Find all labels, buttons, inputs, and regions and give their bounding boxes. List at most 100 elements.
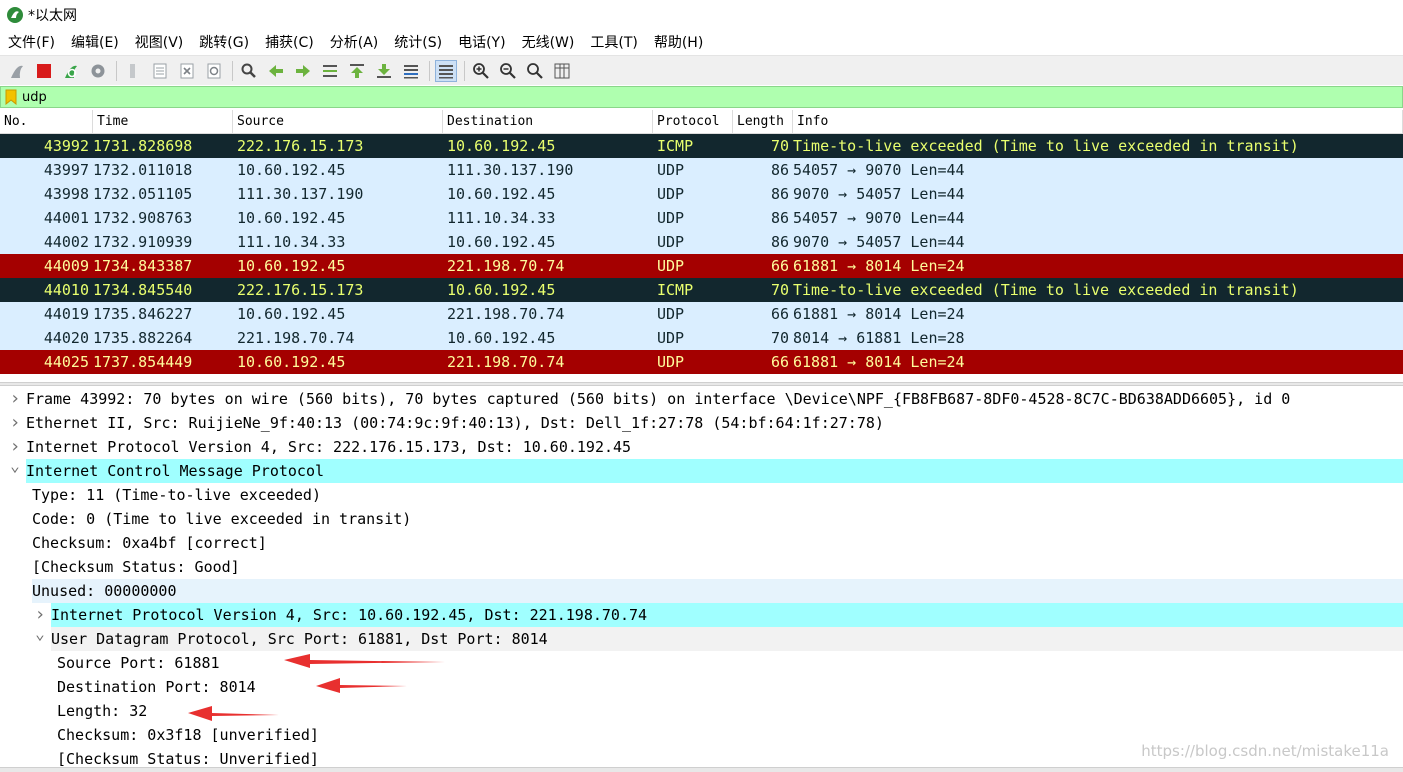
cell-destination: 10.60.192.45 [447, 281, 556, 299]
expand-chevron-icon[interactable]: › [4, 411, 26, 435]
column-header-no[interactable]: No. [0, 110, 93, 133]
column-header-source[interactable]: Source [233, 110, 443, 133]
filter-bookmark-icon[interactable] [3, 88, 19, 106]
packet-list: No. Time Source Destination Protocol Len… [0, 110, 1403, 382]
watermark-text: https://blog.csdn.net/mistake11a [1141, 742, 1389, 760]
tree-item-body: [Checksum Status: Good] [32, 555, 1403, 579]
column-header-protocol[interactable]: Protocol [653, 110, 733, 133]
close-file-icon[interactable] [176, 60, 198, 82]
collapse-chevron-icon[interactable]: ⌄ [29, 626, 51, 651]
menu-view[interactable]: 视图(V) [135, 32, 184, 52]
cell-info: 9070 → 54057 Len=44 [793, 185, 965, 203]
packet-row[interactable]: 43992 1731.828698 222.176.15.173 10.60.192.… [0, 134, 1403, 158]
save-file-icon[interactable] [149, 60, 171, 82]
packet-row[interactable]: 44001 1732.908763 10.60.192.45 111.10.34.33… [0, 206, 1403, 230]
detail-tree-item[interactable]: Unused: 00000000 [0, 579, 1403, 603]
detail-tree-item[interactable]: › Internet Protocol Version 4, Src: 222.1… [0, 435, 1403, 459]
detail-tree-item[interactable]: [Checksum Status: Good] [0, 555, 1403, 579]
cell-source: 221.198.70.74 [237, 329, 355, 347]
cell-source: 10.60.192.45 [237, 161, 346, 179]
detail-tree-item[interactable]: ⌄ User Datagram Protocol, Src Port: 61881… [0, 626, 1403, 651]
detail-tree-item[interactable]: › Frame 43992: 70 bytes on wire (560 bits… [0, 387, 1403, 411]
cell-no: 44002 [43, 233, 89, 251]
tree-item-label: Length: 32 [57, 702, 148, 720]
packet-row[interactable]: 43997 1732.011018 10.60.192.45 111.30.137.1… [0, 158, 1403, 182]
cell-source: 10.60.192.45 [237, 353, 346, 371]
detail-tree-item[interactable]: ⌄ Internet Control Message Protocol [0, 458, 1403, 483]
expand-chevron-icon[interactable]: › [4, 387, 26, 411]
display-filter-input[interactable] [22, 89, 1322, 105]
pane-splitter[interactable] [0, 382, 1403, 386]
options-gear-icon[interactable] [87, 60, 109, 82]
detail-tree-item[interactable]: Source Port: 61881 [0, 651, 1403, 675]
cell-time: 1732.051105 [93, 185, 193, 203]
go-first-icon[interactable] [346, 60, 368, 82]
cell-time: 1732.011018 [93, 161, 193, 179]
tree-item-body: Ethernet II, Src: RuijieNe_9f:40:13 (00:… [26, 411, 1403, 435]
tree-item-body: Code: 0 (Time to live exceeded in transi… [32, 507, 1403, 531]
reload-icon[interactable] [203, 60, 225, 82]
tree-item-body: Unused: 00000000 [32, 579, 1403, 603]
annotation-arrow-length [188, 706, 279, 721]
packet-row[interactable]: 44002 1732.910939 111.10.34.33 10.60.192.45… [0, 230, 1403, 254]
collapse-chevron-icon[interactable]: ⌄ [4, 458, 26, 483]
cell-protocol: UDP [657, 185, 685, 203]
tree-item-body: Type: 11 (Time-to-live exceeded) [32, 483, 1403, 507]
cell-length: 86 [770, 161, 789, 179]
detail-tree-item[interactable]: › Internet Protocol Version 4, Src: 10.60… [0, 603, 1403, 627]
packet-row[interactable]: 43998 1732.051105 111.30.137.190 10.60.192.… [0, 182, 1403, 206]
column-header-info[interactable]: Info [793, 110, 1403, 133]
packet-row[interactable]: 44009 1734.843387 10.60.192.45 221.198.70.7… [0, 254, 1403, 278]
detail-tree-item[interactable]: Destination Port: 8014 [0, 675, 1403, 699]
open-file-icon[interactable] [122, 60, 144, 82]
menu-capture[interactable]: 捕获(C) [265, 32, 314, 52]
restart-icon[interactable] [60, 60, 82, 82]
cell-time: 1731.828698 [93, 137, 193, 155]
cell-no: 44019 [43, 305, 89, 323]
menu-tools[interactable]: 工具(T) [590, 32, 637, 52]
cell-info: 61881 → 8014 Len=24 [793, 353, 965, 371]
menu-wireless[interactable]: 无线(W) [522, 32, 575, 52]
menu-edit[interactable]: 编辑(E) [71, 32, 119, 52]
status-bar [0, 767, 1403, 772]
detail-tree-item[interactable]: Checksum: 0xa4bf [correct] [0, 531, 1403, 555]
go-forward-icon[interactable] [292, 60, 314, 82]
packet-row[interactable]: 44020 1735.882264 221.198.70.74 10.60.192.4… [0, 326, 1403, 350]
detail-tree-item[interactable]: Type: 11 (Time-to-live exceeded) [0, 483, 1403, 507]
zoom-out-icon[interactable] [497, 60, 519, 82]
menu-analyze[interactable]: 分析(A) [330, 32, 379, 52]
tree-item-body: Frame 43992: 70 bytes on wire (560 bits)… [26, 387, 1403, 411]
packet-row[interactable]: 44019 1735.846227 10.60.192.45 221.198.70.7… [0, 302, 1403, 326]
column-header-destination[interactable]: Destination [443, 110, 653, 133]
tree-item-label: Internet Protocol Version 4, Src: 222.17… [26, 438, 632, 456]
menu-help[interactable]: 帮助(H) [654, 32, 703, 52]
cell-protocol: UDP [657, 233, 685, 251]
column-header-length[interactable]: Length [733, 110, 793, 133]
menu-file[interactable]: 文件(F) [8, 32, 55, 52]
go-last-icon[interactable] [373, 60, 395, 82]
menu-statistics[interactable]: 统计(S) [394, 32, 442, 52]
menu-go[interactable]: 跳转(G) [199, 32, 249, 52]
packet-row[interactable]: 44010 1734.845540 222.176.15.173 10.60.192.… [0, 278, 1403, 302]
cell-no: 44009 [43, 257, 89, 275]
find-packet-icon[interactable] [238, 60, 260, 82]
autoscroll-icon[interactable] [400, 60, 422, 82]
cell-destination: 221.198.70.74 [447, 257, 565, 275]
annotation-arrow-destination-port [316, 678, 407, 693]
menu-telephony[interactable]: 电话(Y) [458, 32, 505, 52]
resize-columns-icon[interactable] [551, 60, 573, 82]
cell-time: 1732.908763 [93, 209, 193, 227]
stop-icon[interactable] [33, 60, 55, 82]
detail-tree-item[interactable]: Code: 0 (Time to live exceeded in transi… [0, 507, 1403, 531]
go-back-icon[interactable] [265, 60, 287, 82]
toolbar-separator [116, 60, 117, 81]
column-header-time[interactable]: Time [93, 110, 233, 133]
detail-tree-item[interactable]: › Ethernet II, Src: RuijieNe_9f:40:13 (00… [0, 411, 1403, 435]
cell-destination: 111.30.137.190 [447, 161, 574, 179]
zoom-reset-icon[interactable] [524, 60, 546, 82]
packet-row[interactable]: 44025 1737.854449 10.60.192.45 221.198.70.7… [0, 350, 1403, 374]
shark-fin-start-icon[interactable] [6, 60, 28, 82]
colorize-icon[interactable] [435, 59, 457, 82]
go-to-packet-icon[interactable] [319, 60, 341, 82]
zoom-in-icon[interactable] [470, 60, 492, 82]
